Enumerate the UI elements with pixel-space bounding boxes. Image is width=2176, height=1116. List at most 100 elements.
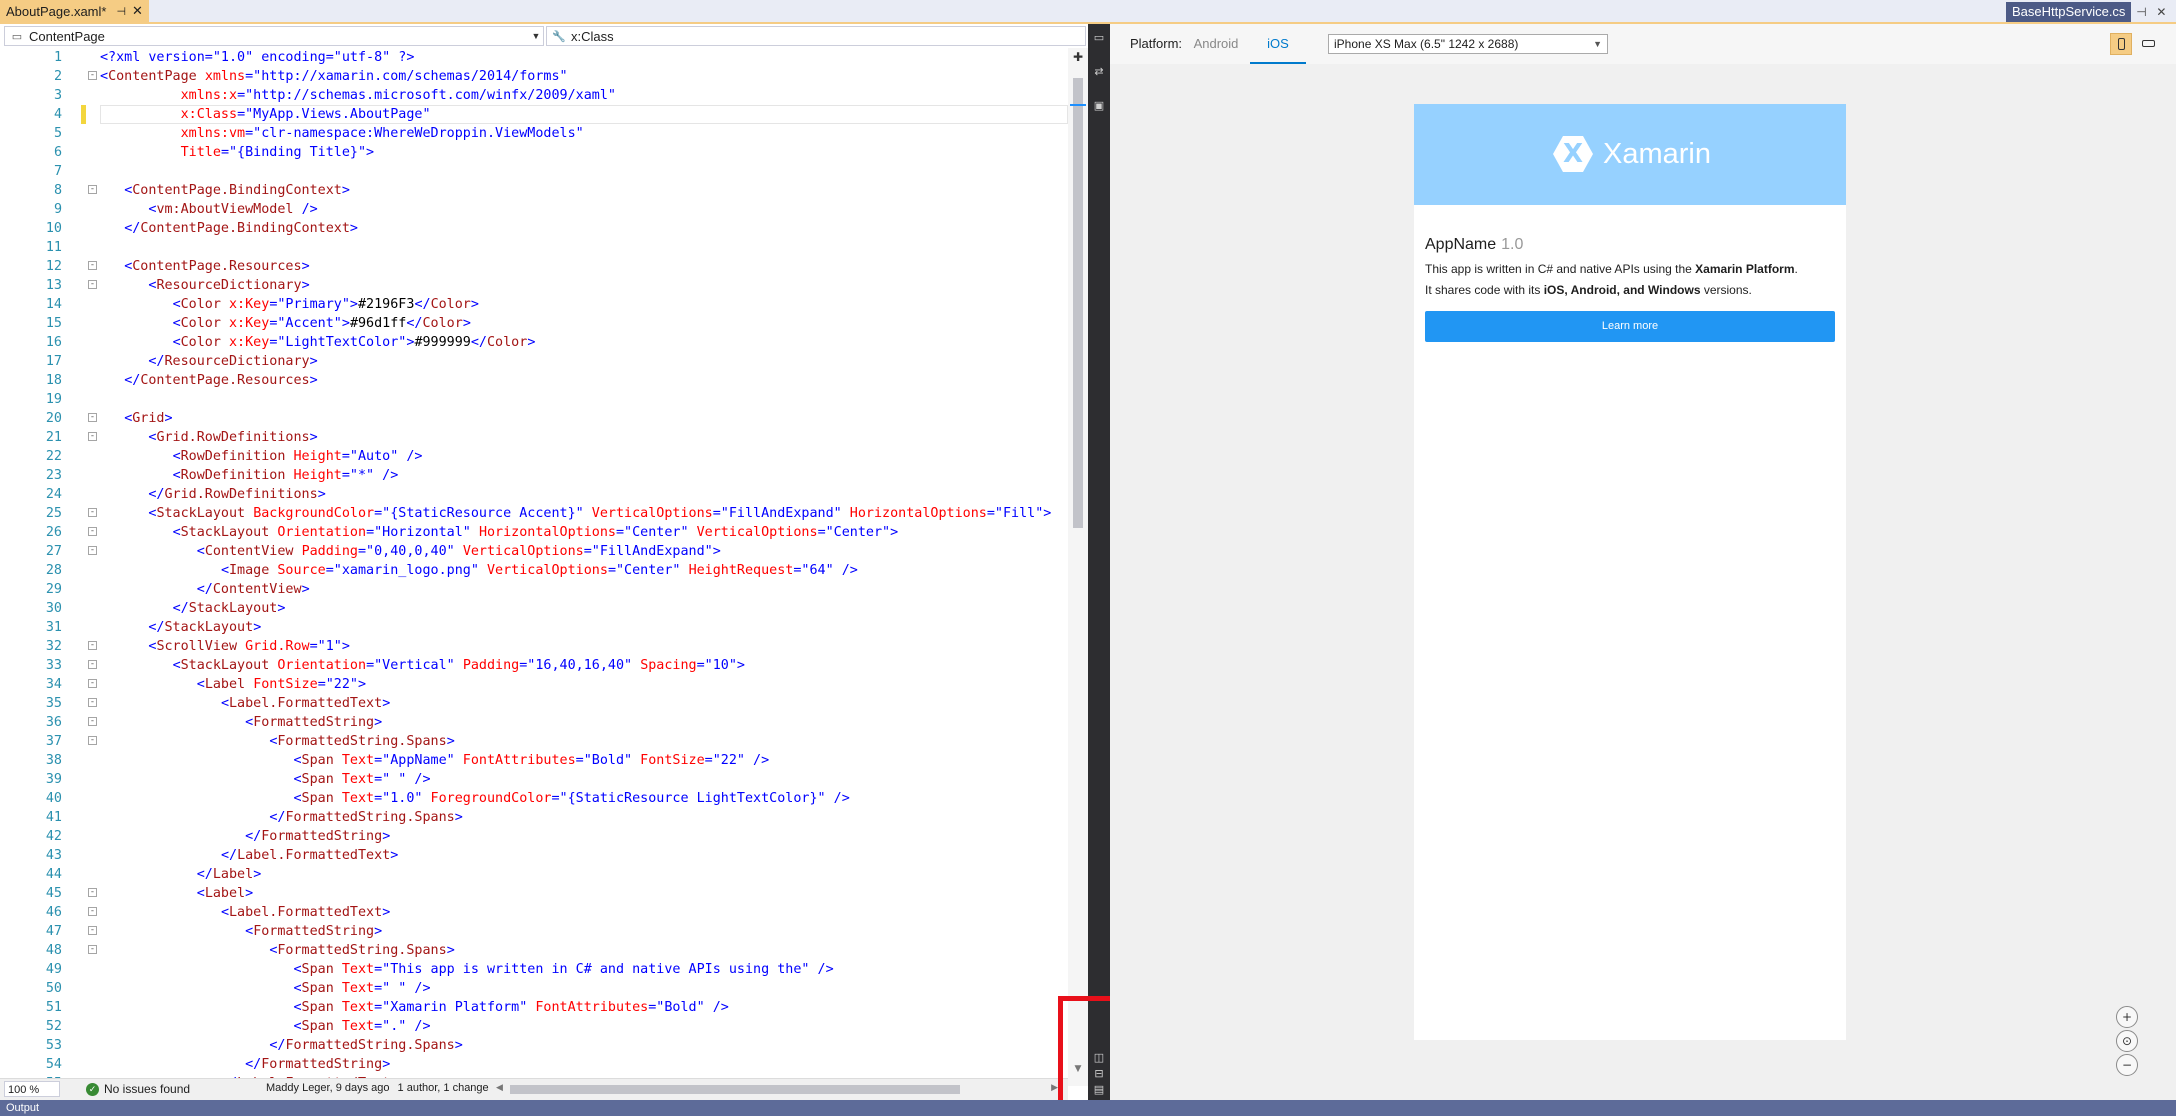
code-line[interactable]: 22 <RowDefinition Height="Auto" />	[0, 447, 1068, 466]
close-icon[interactable]: ✕	[2151, 5, 2171, 19]
scroll-left-icon[interactable]: ◀	[496, 1082, 503, 1093]
collapse-toggle-icon[interactable]: -	[88, 926, 97, 935]
code-line[interactable]: 24 </Grid.RowDefinitions>	[0, 485, 1068, 504]
code-line[interactable]: 31 </StackLayout>	[0, 618, 1068, 637]
code-line[interactable]: 16 <Color x:Key="LightTextColor">#999999…	[0, 333, 1068, 352]
tab-aboutpage-xaml[interactable]: AboutPage.xaml* ⊣ ✕	[0, 0, 149, 22]
code-line[interactable]: 25 - <StackLayout BackgroundColor="{Stati…	[0, 504, 1068, 523]
blame-changes[interactable]: 1 author, 1 change	[394, 1082, 493, 1094]
collapse-toggle-icon[interactable]: -	[88, 527, 97, 536]
element-dropdown[interactable]: ▭ ContentPage ▼	[4, 26, 544, 46]
collapse-toggle-icon[interactable]: -	[88, 413, 97, 422]
code-line[interactable]: 20 - <Grid>	[0, 409, 1068, 428]
collapse-toggle-icon[interactable]: -	[88, 888, 97, 897]
code-line[interactable]: 47 - <FormattedString>	[0, 922, 1068, 941]
code-line[interactable]: 3 xmlns:x="http://schemas.microsoft.com/…	[0, 86, 1068, 105]
collapse-toggle-icon[interactable]: -	[88, 508, 97, 517]
zoom-fit-icon[interactable]: ⊙	[2116, 1030, 2138, 1052]
code-line[interactable]: 33 - <StackLayout Orientation="Vertical" …	[0, 656, 1068, 675]
editor-vertical-scrollbar[interactable]: ✚ ▼	[1068, 48, 1088, 1086]
code-line[interactable]: 36 - <FormattedString>	[0, 713, 1068, 732]
code-line[interactable]: 8 - <ContentPage.BindingContext>	[0, 181, 1068, 200]
editor-horizontal-scrollbar[interactable]: ◀ ▶	[496, 1082, 1058, 1094]
collapse-toggle-icon[interactable]: -	[88, 71, 97, 80]
code-line[interactable]: 2 - <ContentPage xmlns="http://xamarin.com…	[0, 67, 1068, 86]
collapse-toggle-icon[interactable]: -	[88, 185, 97, 194]
code-line[interactable]: 28 <Image Source="xamarin_logo.png" Vert…	[0, 561, 1068, 580]
zoom-out-icon[interactable]: −	[2116, 1054, 2138, 1076]
code-line[interactable]: 14 <Color x:Key="Primary">#2196F3</Color…	[0, 295, 1068, 314]
pin-icon[interactable]: ⊣	[116, 5, 126, 18]
close-icon[interactable]: ✕	[132, 3, 143, 19]
scrollbar-thumb[interactable]	[1073, 78, 1083, 528]
collapse-toggle-icon[interactable]: -	[88, 660, 97, 669]
swap-panes-icon[interactable]: ⇄	[1091, 64, 1107, 80]
code-line[interactable]: 10 </ContentPage.BindingContext>	[0, 219, 1068, 238]
code-line[interactable]: 45 - <Label>	[0, 884, 1068, 903]
git-blame-info[interactable]: Maddy Leger, 9 days ago 1 author, 1 chan…	[262, 1082, 493, 1094]
tab-android[interactable]: Android	[1188, 24, 1244, 64]
collapse-toggle-icon[interactable]: -	[88, 945, 97, 954]
code-line[interactable]: 11	[0, 238, 1068, 257]
zoom-in-icon[interactable]: +	[2116, 1006, 2138, 1028]
landscape-orientation-button[interactable]	[2138, 33, 2160, 55]
code-line[interactable]: 32 - <ScrollView Grid.Row="1">	[0, 637, 1068, 656]
split-editor-icon[interactable]: ✚	[1071, 50, 1085, 64]
code-line[interactable]: 9 <vm:AboutViewModel />	[0, 200, 1068, 219]
code-line[interactable]: 27 - <ContentView Padding="0,40,0,40" Ver…	[0, 542, 1068, 561]
code-line[interactable]: 30 </StackLayout>	[0, 599, 1068, 618]
code-line[interactable]: 52 <Span Text="." />	[0, 1017, 1068, 1036]
code-line[interactable]: 37 - <FormattedString.Spans>	[0, 732, 1068, 751]
code-line[interactable]: 5 xmlns:vm="clr-namespace:WhereWeDroppin…	[0, 124, 1068, 143]
code-line[interactable]: 6 Title="{Binding Title}">	[0, 143, 1068, 162]
code-line[interactable]: 38 <Span Text="AppName" FontAttributes="…	[0, 751, 1068, 770]
code-line[interactable]: 17 </ResourceDictionary>	[0, 352, 1068, 371]
vertical-split-icon[interactable]: ▭	[1091, 30, 1107, 46]
code-line[interactable]: 49 <Span Text="This app is written in C#…	[0, 960, 1068, 979]
code-line[interactable]: 50 <Span Text=" " />	[0, 979, 1068, 998]
code-line[interactable]: 23 <RowDefinition Height="*" />	[0, 466, 1068, 485]
collapse-toggle-icon[interactable]: -	[88, 679, 97, 688]
code-line[interactable]: 12 - <ContentPage.Resources>	[0, 257, 1068, 276]
code-line[interactable]: 7	[0, 162, 1068, 181]
collapse-toggle-icon[interactable]: -	[88, 698, 97, 707]
code-line[interactable]: 46 - <Label.FormattedText>	[0, 903, 1068, 922]
tab-ios[interactable]: iOS	[1250, 24, 1306, 64]
member-dropdown[interactable]: 🔧 x:Class	[546, 26, 1086, 46]
collapse-toggle-icon[interactable]: -	[88, 432, 97, 441]
code-line[interactable]: 54 </FormattedString>	[0, 1055, 1068, 1074]
code-line[interactable]: 19	[0, 390, 1068, 409]
code-line[interactable]: 1 <?xml version="1.0" encoding="utf-8" ?>	[0, 48, 1068, 67]
collapse-toggle-icon[interactable]: -	[88, 907, 97, 916]
collapse-toggle-icon[interactable]: -	[88, 641, 97, 650]
code-line[interactable]: 18 </ContentPage.Resources>	[0, 371, 1068, 390]
code-editor[interactable]: 1 <?xml version="1.0" encoding="utf-8" ?>…	[0, 48, 1068, 1078]
collapse-toggle-icon[interactable]: -	[88, 736, 97, 745]
scroll-right-icon[interactable]: ▶	[1051, 1082, 1058, 1093]
tab-basehttpservice[interactable]: BaseHttpService.cs ⊣ ✕ ▾	[2006, 2, 2176, 22]
code-line[interactable]: 26 - <StackLayout Orientation="Horizontal…	[0, 523, 1068, 542]
pin-icon[interactable]: ⊣	[2131, 5, 2151, 19]
code-line[interactable]: 34 - <Label FontSize="22">	[0, 675, 1068, 694]
portrait-orientation-button[interactable]	[2110, 33, 2132, 55]
code-line[interactable]: 43 </Label.FormattedText>	[0, 846, 1068, 865]
scrollbar-thumb[interactable]	[510, 1085, 960, 1094]
code-line[interactable]: 44 </Label>	[0, 865, 1068, 884]
code-line[interactable]: 13 - <ResourceDictionary>	[0, 276, 1068, 295]
collapse-toggle-icon[interactable]: -	[88, 261, 97, 270]
code-line[interactable]: 29 </ContentView>	[0, 580, 1068, 599]
output-label[interactable]: Output	[6, 1102, 39, 1114]
code-line[interactable]: 39 <Span Text=" " />	[0, 770, 1068, 789]
code-line[interactable]: 48 - <FormattedString.Spans>	[0, 941, 1068, 960]
zoom-level-dropdown[interactable]: 100 %	[4, 1081, 60, 1097]
collapse-toggle-icon[interactable]: -	[88, 717, 97, 726]
code-line[interactable]: 41 </FormattedString.Spans>	[0, 808, 1068, 827]
learn-more-button[interactable]: Learn more	[1425, 311, 1835, 342]
code-line[interactable]: 4 x:Class="MyApp.Views.AboutPage"	[0, 105, 1068, 124]
collapse-toggle-icon[interactable]: -	[88, 546, 97, 555]
code-line[interactable]: 35 - <Label.FormattedText>	[0, 694, 1068, 713]
code-line[interactable]: 42 </FormattedString>	[0, 827, 1068, 846]
code-line[interactable]: 21 - <Grid.RowDefinitions>	[0, 428, 1068, 447]
device-dropdown[interactable]: iPhone XS Max (6.5" 1242 x 2688) ▼	[1328, 34, 1608, 54]
collapse-toggle-icon[interactable]: -	[88, 280, 97, 289]
